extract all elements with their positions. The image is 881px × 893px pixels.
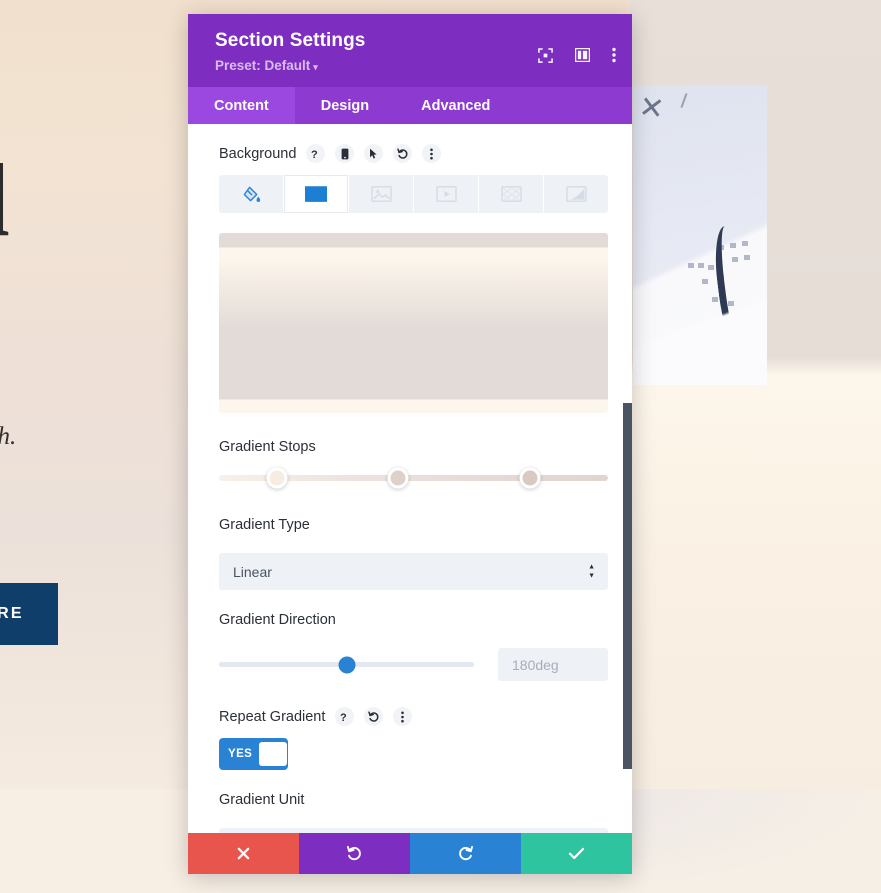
- page-root: ral ng cumsan r lectus nibh. it amet nis…: [0, 0, 881, 893]
- focus-icon[interactable]: [538, 47, 553, 63]
- more-options-icon[interactable]: [612, 47, 616, 63]
- modal-body: Background ? Gradient Stops Gradient Typ…: [188, 124, 632, 833]
- responsive-device-icon[interactable]: [335, 144, 355, 163]
- repeat-gradient-label: Repeat Gradient: [219, 708, 326, 725]
- help-icon[interactable]: ?: [306, 144, 326, 163]
- photo-paper-edge: [633, 265, 767, 385]
- gradient-direction-slider[interactable]: [219, 656, 474, 673]
- gradient-unit-label: Gradient Unit: [219, 792, 305, 808]
- background-mask-tab: [544, 175, 608, 213]
- gradient-direction-row: 180deg: [219, 648, 608, 681]
- hero-copy: ral ng cumsan r lectus nibh. it amet nis…: [0, 149, 215, 645]
- modal-action-bar: [188, 833, 632, 874]
- cancel-button[interactable]: [188, 833, 299, 874]
- background-type-tabs: [219, 175, 608, 213]
- background-gradient-tab[interactable]: [284, 175, 349, 213]
- gradient-stops-track[interactable]: [219, 467, 608, 489]
- gradient-stop-handle-3[interactable]: [519, 467, 541, 489]
- reset-icon[interactable]: [393, 144, 413, 163]
- reset-icon[interactable]: [364, 707, 384, 726]
- tab-design[interactable]: Design: [295, 87, 395, 124]
- layout-panel-icon[interactable]: [574, 47, 591, 63]
- background-image-tab: [349, 175, 414, 213]
- gradient-stop-handle-1[interactable]: [266, 467, 288, 489]
- modal-scrollbar-thumb[interactable]: [623, 403, 632, 769]
- svg-text:?: ?: [340, 712, 347, 723]
- hero-title-line-2: ng: [0, 252, 215, 354]
- hover-cursor-icon[interactable]: [364, 144, 384, 163]
- undo-button[interactable]: [299, 833, 410, 874]
- toggle-knob: [259, 742, 288, 766]
- gradient-type-label: Gradient Type: [219, 517, 310, 533]
- gradient-stops-label: Gradient Stops: [219, 439, 316, 455]
- tab-advanced[interactable]: Advanced: [395, 87, 516, 124]
- gradient-direction-label: Gradient Direction: [219, 612, 336, 628]
- chevron-down-icon: ▾: [313, 62, 318, 72]
- gradient-direction-input[interactable]: 180deg: [498, 648, 608, 681]
- gradient-type-value: Linear: [233, 563, 272, 580]
- slider-fill: [219, 662, 347, 667]
- hero-paragraph-line-4: s ac lectus.: [0, 498, 215, 539]
- gradient-preview[interactable]: [219, 233, 608, 413]
- repeat-gradient-toggle-value: YES: [228, 748, 253, 760]
- gradient-unit-select[interactable]: Percent ▲▼: [219, 828, 608, 833]
- photo-tick-mark: [680, 93, 688, 108]
- background-label-row: Background ?: [219, 144, 608, 163]
- gradient-type-select[interactable]: Linear ▲ ▼: [219, 553, 608, 590]
- hero-paragraph-line-2: r lectus nibh.: [0, 422, 17, 450]
- chevron-updown-icon: ▲ ▼: [588, 563, 595, 579]
- help-icon[interactable]: ?: [335, 707, 355, 726]
- redo-button[interactable]: [410, 833, 521, 874]
- modal-tabs: Content Design Advanced: [188, 87, 632, 124]
- hero-photo-glasses: ✕: [633, 85, 767, 385]
- background-video-tab: [414, 175, 479, 213]
- modal-header: Section Settings Preset: Default ▾: [188, 14, 632, 87]
- hero-title-line-1: ral: [0, 149, 215, 253]
- more-options-icon[interactable]: [393, 707, 413, 726]
- preset-label: Preset: Default: [215, 58, 311, 73]
- gradient-stop-handle-2[interactable]: [387, 467, 409, 489]
- more-options-icon[interactable]: [422, 144, 442, 163]
- repeat-gradient-toggle[interactable]: YES: [219, 738, 288, 770]
- modal-header-icons: [538, 47, 616, 63]
- repeat-gradient-label-row: Repeat Gradient ?: [219, 707, 608, 726]
- tab-content[interactable]: Content: [188, 87, 295, 124]
- photo-x-mark: ✕: [636, 90, 667, 127]
- hero-learn-more-button[interactable]: ARN MORE: [0, 582, 58, 645]
- hero-paragraph-line-3: it amet nisl: [0, 457, 215, 498]
- svg-text:?: ?: [311, 149, 318, 160]
- save-button[interactable]: [521, 833, 632, 874]
- background-label: Background: [219, 145, 297, 162]
- section-settings-modal: Section Settings Preset: Default ▾ Conte…: [188, 14, 632, 874]
- background-color-tab[interactable]: [219, 175, 284, 213]
- gradient-direction-knob[interactable]: [338, 656, 355, 673]
- background-pattern-tab: [479, 175, 544, 213]
- hero-paragraph-line-1: cumsan: [0, 376, 215, 417]
